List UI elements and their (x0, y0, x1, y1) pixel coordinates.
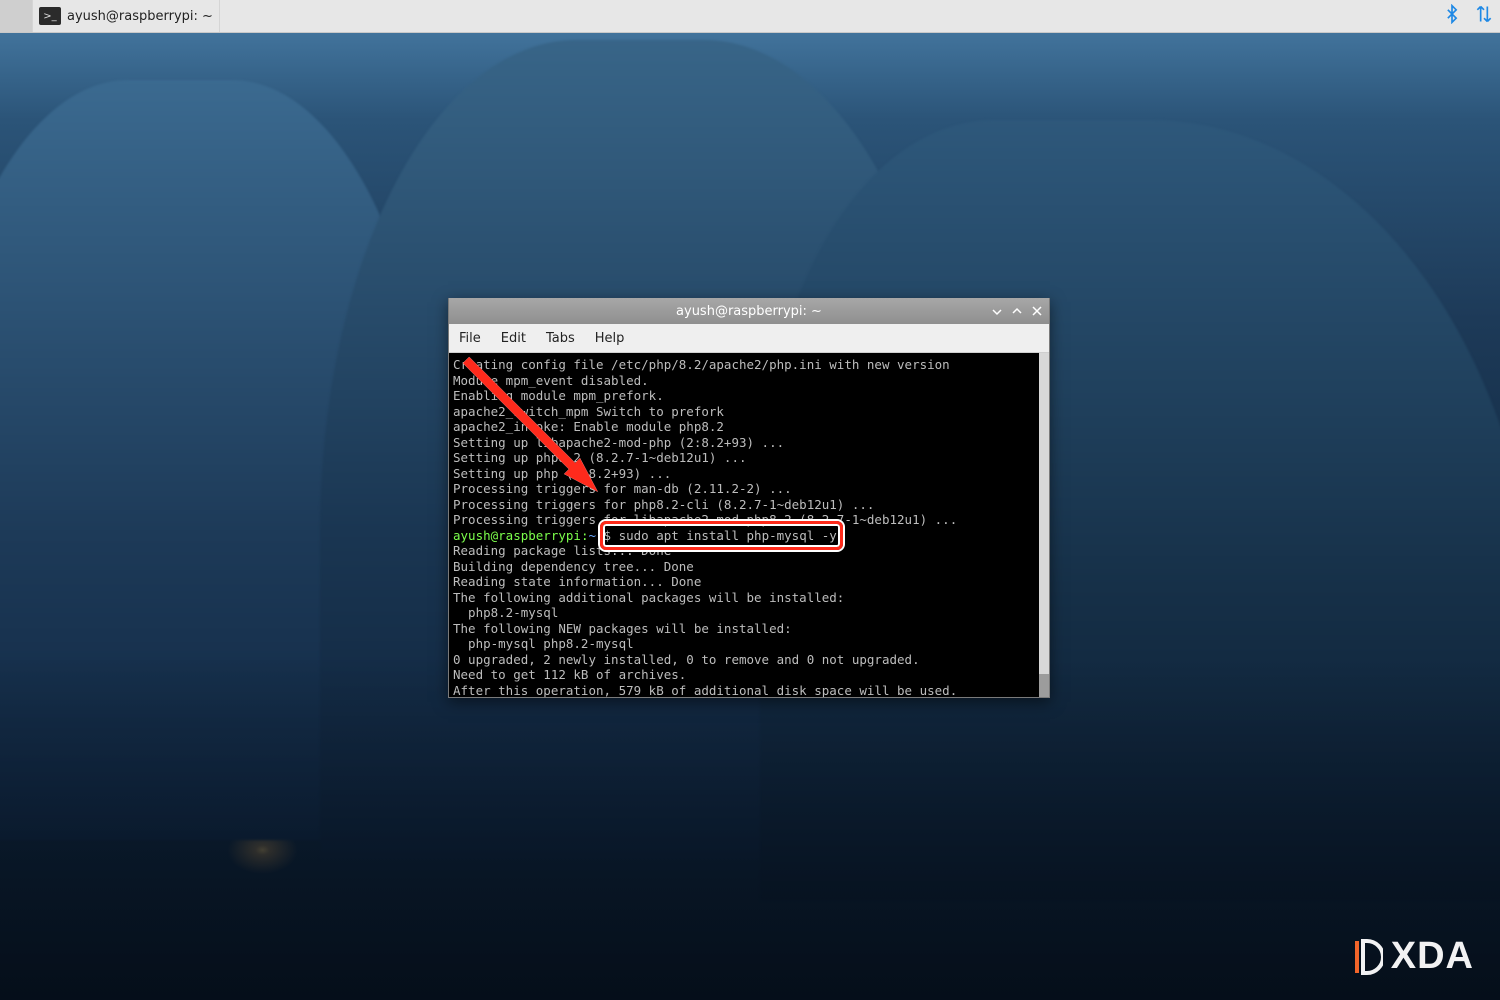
terminal-line: apache2_switch_mpm Switch to prefork (453, 404, 1045, 420)
wallpaper-water (0, 660, 1500, 1000)
desktop: >_ ayush@raspberrypi: ~ ayush@raspberryp… (0, 0, 1500, 1000)
terminal-line: Processing triggers for man-db (2.11.2-2… (453, 481, 1045, 497)
terminal-window[interactable]: ayush@raspberrypi: ~ File Edit Tabs Help… (448, 298, 1050, 698)
bluetooth-icon[interactable] (1442, 4, 1462, 28)
terminal-icon: >_ (39, 7, 61, 25)
terminal-line: Setting up php8.2 (8.2.7-1~deb12u1) ... (453, 450, 1045, 466)
terminal-line: php8.2-mysql (453, 605, 1045, 621)
terminal-line: The following NEW packages will be insta… (453, 621, 1045, 637)
taskbar: >_ ayush@raspberrypi: ~ (0, 0, 1500, 33)
terminal-line: Processing triggers for php8.2-cli (8.2.… (453, 497, 1045, 513)
terminal-line: Enabling module mpm_prefork. (453, 388, 1045, 404)
window-minimize-button[interactable] (989, 303, 1005, 319)
taskbar-item-label: ayush@raspberrypi: ~ (67, 9, 213, 24)
xda-watermark-text: XDA (1391, 935, 1474, 978)
terminal-line: php-mysql php8.2-mysql (453, 636, 1045, 652)
terminal-line: Reading state information... Done (453, 574, 1045, 590)
terminal-line: Setting up libapache2-mod-php (2:8.2+93)… (453, 435, 1045, 451)
prompt-dollar: $ (596, 528, 619, 543)
terminal-line: Need to get 112 kB of archives. (453, 667, 1045, 683)
terminal-prompt-line: ayush@raspberrypi:~ $ sudo apt install p… (453, 528, 1045, 544)
window-maximize-button[interactable] (1009, 303, 1025, 319)
prompt-command: sudo apt install php-mysql -y (619, 528, 837, 543)
window-title: ayush@raspberrypi: ~ (676, 304, 822, 319)
prompt-path: ~ (588, 528, 596, 543)
menu-help[interactable]: Help (585, 331, 635, 346)
xda-watermark: XDA (1343, 935, 1474, 978)
terminal-line: Creating config file /etc/php/8.2/apache… (453, 357, 1045, 373)
terminal-line: apache2_invoke: Enable module php8.2 (453, 419, 1045, 435)
terminal-scrollbar[interactable] (1039, 353, 1049, 697)
terminal-line: Processing triggers for libapache2-mod-p… (453, 512, 1045, 528)
terminal-line: Reading package lists... Done (453, 543, 1045, 559)
terminal-line: 0 upgraded, 2 newly installed, 0 to remo… (453, 652, 1045, 668)
taskbar-item-terminal[interactable]: >_ ayush@raspberrypi: ~ (33, 0, 220, 32)
terminal-line: Module mpm_event disabled. (453, 373, 1045, 389)
menu-tabs[interactable]: Tabs (536, 331, 585, 346)
terminal-line: The following additional packages will b… (453, 590, 1045, 606)
network-icon[interactable] (1474, 4, 1494, 28)
terminal-line: Building dependency tree... Done (453, 559, 1045, 575)
terminal-menubar: File Edit Tabs Help (449, 324, 1049, 353)
scrollbar-thumb[interactable] (1039, 674, 1049, 697)
menu-edit[interactable]: Edit (491, 331, 536, 346)
terminal-line: After this operation, 579 kB of addition… (453, 683, 1045, 698)
system-tray (1442, 0, 1494, 32)
terminal-line: Setting up php (2:8.2+93) ... (453, 466, 1045, 482)
prompt-user-host: ayush@raspberrypi (453, 528, 581, 543)
window-close-button[interactable] (1029, 303, 1045, 319)
terminal-body[interactable]: Creating config file /etc/php/8.2/apache… (449, 353, 1049, 697)
menu-file[interactable]: File (449, 331, 491, 346)
window-titlebar[interactable]: ayush@raspberrypi: ~ (449, 298, 1049, 324)
app-menu-button[interactable] (0, 0, 33, 32)
